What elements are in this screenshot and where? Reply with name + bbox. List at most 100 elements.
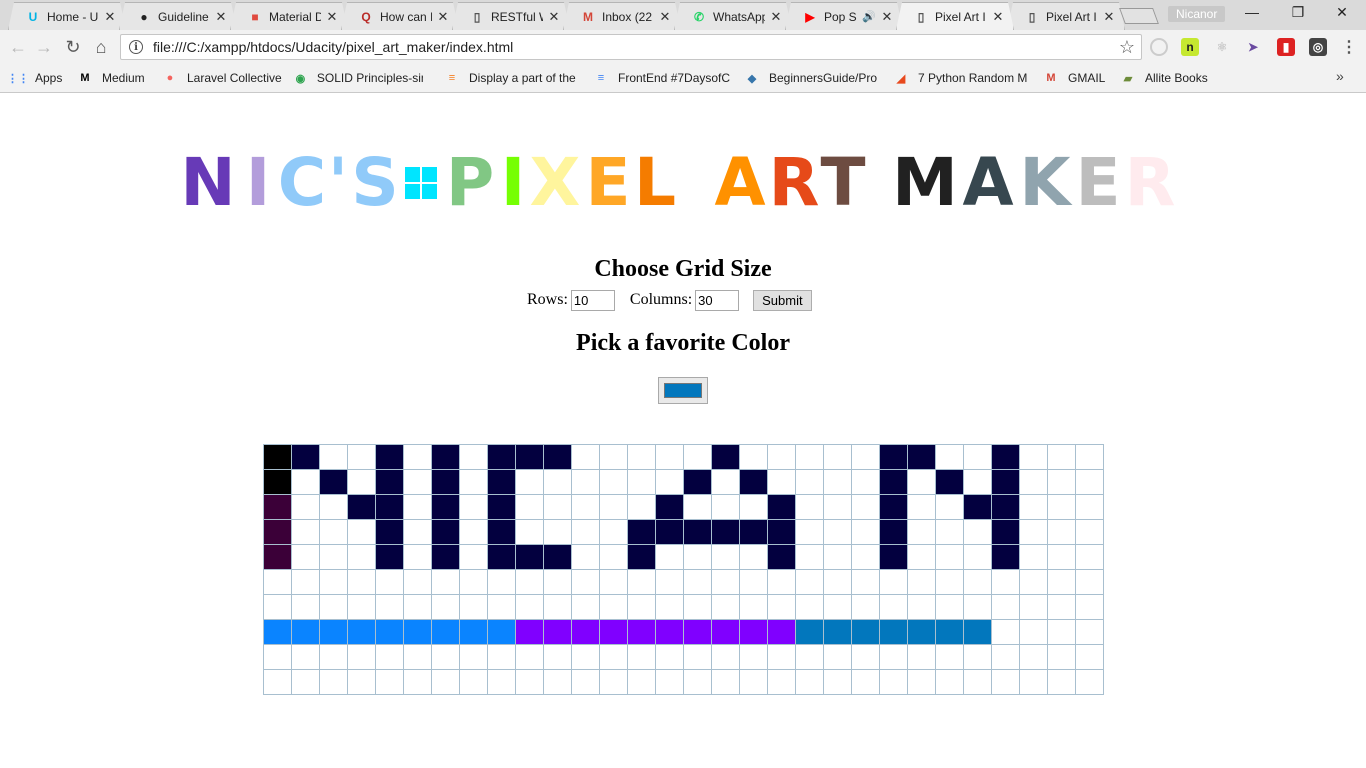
grid-cell[interactable]	[851, 644, 880, 670]
bookmark-item[interactable]: M Medium	[77, 70, 144, 86]
grid-cell[interactable]	[515, 544, 544, 570]
grid-cell[interactable]	[795, 544, 824, 570]
grid-cell[interactable]	[543, 519, 572, 545]
grid-cell[interactable]	[767, 494, 796, 520]
grid-cell[interactable]	[767, 444, 796, 470]
grid-cell[interactable]	[1047, 494, 1076, 520]
grid-cell[interactable]	[767, 669, 796, 695]
home-icon[interactable]: ⌂	[89, 36, 113, 58]
grid-cell[interactable]	[1019, 519, 1048, 545]
grid-cell[interactable]	[347, 619, 376, 645]
grid-cell[interactable]	[291, 644, 320, 670]
back-arrow-icon[interactable]: ←	[6, 36, 30, 58]
grid-cell[interactable]	[1019, 619, 1048, 645]
grid-cell[interactable]	[739, 519, 768, 545]
close-tab-icon[interactable]: ✕	[325, 9, 339, 25]
grid-cell[interactable]	[683, 544, 712, 570]
grid-cell[interactable]	[347, 594, 376, 620]
grid-cell[interactable]	[823, 569, 852, 595]
grid-cell[interactable]	[823, 444, 852, 470]
grid-cell[interactable]	[263, 494, 292, 520]
grid-cell[interactable]	[851, 519, 880, 545]
extension-keep-icon[interactable]: ◎	[1309, 38, 1327, 56]
grid-cell[interactable]	[711, 619, 740, 645]
grid-cell[interactable]	[599, 469, 628, 495]
browser-tab[interactable]: U Home - U ✕	[8, 2, 126, 30]
grid-cell[interactable]	[907, 444, 936, 470]
grid-cell[interactable]	[1075, 469, 1104, 495]
grid-cell[interactable]	[459, 644, 488, 670]
grid-cell[interactable]	[515, 669, 544, 695]
grid-cell[interactable]	[1019, 494, 1048, 520]
reload-icon[interactable]: ↻	[61, 36, 85, 58]
grid-cell[interactable]	[431, 669, 460, 695]
grid-cell[interactable]	[963, 594, 992, 620]
grid-cell[interactable]	[767, 519, 796, 545]
grid-cell[interactable]	[459, 544, 488, 570]
grid-cell[interactable]	[963, 519, 992, 545]
grid-cell[interactable]	[739, 669, 768, 695]
grid-cell[interactable]	[291, 444, 320, 470]
grid-cell[interactable]	[1075, 519, 1104, 545]
grid-cell[interactable]	[403, 494, 432, 520]
grid-cell[interactable]	[403, 444, 432, 470]
grid-cell[interactable]	[1075, 494, 1104, 520]
bookmark-item[interactable]: ⋮⋮ Apps	[7, 70, 62, 86]
grid-cell[interactable]	[291, 594, 320, 620]
grid-cell[interactable]	[543, 644, 572, 670]
grid-cell[interactable]	[291, 494, 320, 520]
grid-cell[interactable]	[739, 644, 768, 670]
grid-cell[interactable]	[1047, 519, 1076, 545]
grid-cell[interactable]	[543, 669, 572, 695]
close-tab-icon[interactable]: ✕	[769, 9, 783, 25]
grid-cell[interactable]	[599, 519, 628, 545]
extension-n-icon[interactable]: n	[1181, 38, 1199, 56]
grid-cell[interactable]	[879, 644, 908, 670]
browser-tab[interactable]: M Inbox (22 ✕	[563, 2, 681, 30]
grid-cell[interactable]	[683, 494, 712, 520]
grid-cell[interactable]	[319, 519, 348, 545]
grid-cell[interactable]	[263, 644, 292, 670]
grid-cell[interactable]	[1047, 444, 1076, 470]
grid-cell[interactable]	[599, 669, 628, 695]
grid-cell[interactable]	[683, 569, 712, 595]
grid-cell[interactable]	[291, 519, 320, 545]
close-tab-icon[interactable]: ✕	[658, 9, 672, 25]
grid-cell[interactable]	[795, 494, 824, 520]
grid-cell[interactable]	[1075, 644, 1104, 670]
columns-input[interactable]	[695, 289, 740, 311]
grid-cell[interactable]	[263, 569, 292, 595]
grid-cell[interactable]	[319, 469, 348, 495]
grid-cell[interactable]	[627, 519, 656, 545]
grid-cell[interactable]	[795, 519, 824, 545]
grid-cell[interactable]	[403, 519, 432, 545]
grid-cell[interactable]	[487, 619, 516, 645]
grid-cell[interactable]	[963, 619, 992, 645]
grid-cell[interactable]	[403, 469, 432, 495]
grid-cell[interactable]	[459, 594, 488, 620]
grid-cell[interactable]	[571, 569, 600, 595]
grid-cell[interactable]	[431, 519, 460, 545]
grid-cell[interactable]	[1047, 544, 1076, 570]
grid-cell[interactable]	[627, 644, 656, 670]
grid-cell[interactable]	[683, 444, 712, 470]
grid-cell[interactable]	[879, 619, 908, 645]
grid-cell[interactable]	[403, 619, 432, 645]
grid-cell[interactable]	[1075, 594, 1104, 620]
grid-cell[interactable]	[1019, 569, 1048, 595]
grid-cell[interactable]	[431, 619, 460, 645]
grid-cell[interactable]	[851, 619, 880, 645]
grid-cell[interactable]	[991, 619, 1020, 645]
grid-cell[interactable]	[571, 544, 600, 570]
grid-cell[interactable]	[263, 469, 292, 495]
grid-cell[interactable]	[655, 469, 684, 495]
grid-cell[interactable]	[375, 469, 404, 495]
grid-cell[interactable]	[263, 544, 292, 570]
grid-cell[interactable]	[1075, 444, 1104, 470]
maximize-icon[interactable]: ❐	[1278, 4, 1318, 21]
grid-cell[interactable]	[1019, 594, 1048, 620]
grid-cell[interactable]	[991, 544, 1020, 570]
grid-cell[interactable]	[571, 644, 600, 670]
grid-cell[interactable]	[991, 669, 1020, 695]
close-tab-icon[interactable]: ✕	[880, 9, 894, 25]
